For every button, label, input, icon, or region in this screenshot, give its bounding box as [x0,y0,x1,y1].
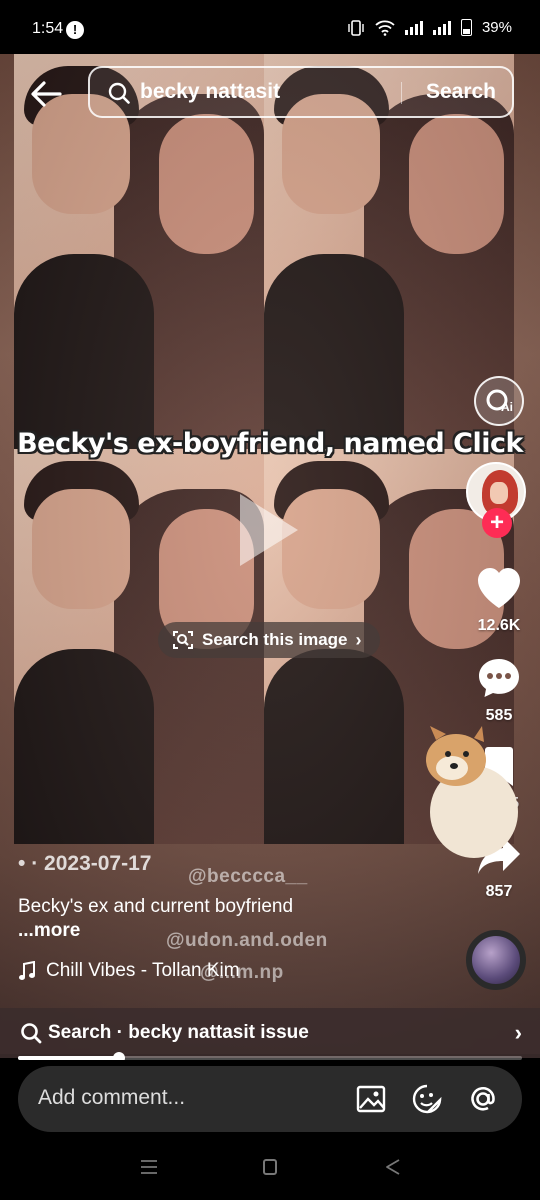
comment-area: Add comment... [0,1060,540,1140]
status-icons: 39% [347,19,512,36]
ai-button[interactable]: Ai [474,376,524,426]
battery-percent: 39% [481,19,512,36]
top-search-bar: becky nattasit Search [0,66,540,120]
like-button[interactable]: 12.6K [458,566,540,635]
like-count: 12.6K [477,617,521,634]
search-button[interactable]: Search [426,80,496,104]
comment-icon [479,659,519,697]
dog-sticker [426,726,518,858]
music-disc[interactable] [466,930,526,990]
related-search-text: Search · becky nattasit issue [48,1022,309,1043]
post-date: 2023-07-17 [44,852,152,875]
system-nav-bar [0,1140,540,1200]
search-divider [401,82,402,104]
comment-button[interactable]: 585 [458,656,540,725]
comment-placeholder: Add comment... [38,1086,186,1109]
video-caption-overlay: Becky's ex-boyfriend, named Click [17,428,523,459]
music-title: Chill Vibes - Tollan Kim [46,960,240,981]
signal-icon [404,20,423,35]
search-this-image-label: Search this image [202,630,348,649]
recent-apps-icon[interactable] [140,1158,158,1176]
search-input[interactable]: becky nattasit Search [88,66,514,118]
back-arrow-icon[interactable] [28,76,64,112]
chevron-right-icon: › [514,1020,522,1045]
scan-icon [173,631,193,649]
watermark-1: @becccca__ [188,866,308,887]
home-icon[interactable] [263,1159,277,1175]
signal-icon-2 [432,20,451,35]
follow-button[interactable]: + [482,508,512,538]
sticker-icon[interactable] [412,1084,442,1114]
svg-text:Ai: Ai [501,400,513,414]
play-icon[interactable] [240,494,298,566]
search-this-image-button[interactable]: Search this image › [158,622,380,658]
status-time: 1:54 [32,20,64,37]
watermark-2: @udon.and.oden [166,930,328,951]
related-search-bar[interactable]: Search · becky nattasit issue › [0,1008,540,1058]
back-icon[interactable] [384,1158,402,1176]
chevron-right-icon: › [355,629,362,650]
comment-input[interactable]: Add comment... [18,1066,522,1132]
search-icon [108,82,130,104]
music-note-icon [19,961,35,980]
search-icon [21,1023,42,1044]
status-bar: 1:54 ! 39% [0,0,540,54]
battery-icon [460,19,472,36]
post-description: Becky's ex and current boyfriend [18,896,294,917]
mention-icon[interactable] [468,1084,498,1114]
heart-icon [478,568,520,608]
share-count: 857 [485,883,513,900]
vibrate-icon [348,19,364,36]
ai-icon: Ai [486,389,513,414]
music-info[interactable]: Chill Vibes - Tollan Kim [18,960,240,982]
wifi-icon [375,20,395,36]
search-query: becky nattasit [140,80,281,103]
image-icon[interactable] [356,1084,386,1114]
notification-badge: ! [66,21,84,39]
author-dot[interactable]: • [18,852,25,875]
